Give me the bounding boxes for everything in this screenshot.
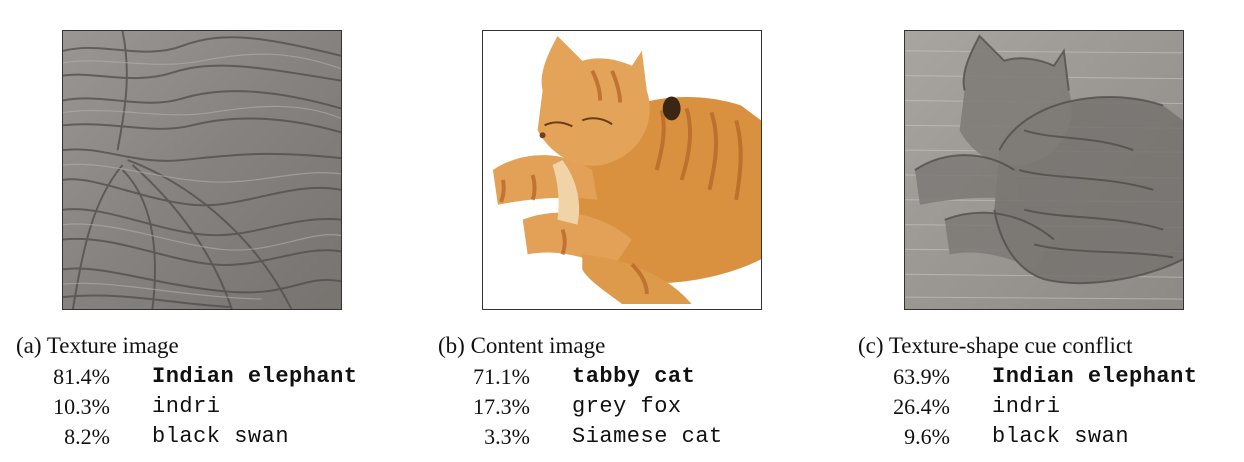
- prediction-row: 10.3% indri: [0, 392, 410, 422]
- panel-content: (b) Content image 71.1% tabby cat 17.3% …: [420, 0, 830, 462]
- predictions-texture: 81.4% Indian elephant 10.3% indri 8.2% b…: [0, 362, 410, 452]
- predictions-cue-conflict: 63.9% Indian elephant 26.4% indri 9.6% b…: [840, 362, 1244, 452]
- cat-shape-elephant-texture-graphic: [905, 31, 1183, 309]
- content-image: [482, 30, 762, 310]
- cue-conflict-image: [904, 30, 1184, 310]
- prediction-row: 17.3% grey fox: [420, 392, 830, 422]
- caption-texture: (a) Texture image: [16, 333, 179, 358]
- panel-texture: (a) Texture image 81.4% Indian elephant …: [0, 0, 410, 462]
- texture-image: [62, 30, 342, 310]
- predictions-content: 71.1% tabby cat 17.3% grey fox 3.3% Siam…: [420, 362, 830, 452]
- caption-content: (b) Content image: [438, 333, 606, 358]
- prediction-row: 63.9% Indian elephant: [840, 362, 1244, 392]
- prediction-label: Siamese cat: [572, 424, 723, 449]
- prediction-row: 71.1% tabby cat: [420, 362, 830, 392]
- prediction-percent: 26.4%: [893, 394, 950, 419]
- prediction-percent: 8.2%: [64, 424, 110, 449]
- prediction-percent: 63.9%: [893, 364, 950, 389]
- prediction-label: Indian elephant: [152, 364, 358, 389]
- prediction-percent: 17.3%: [473, 394, 530, 419]
- prediction-percent: 9.6%: [904, 424, 950, 449]
- panel-cue-conflict: (c) Texture-shape cue conflict 63.9% Ind…: [840, 0, 1244, 462]
- prediction-row: 3.3% Siamese cat: [420, 422, 830, 452]
- prediction-row: 81.4% Indian elephant: [0, 362, 410, 392]
- prediction-percent: 10.3%: [53, 394, 110, 419]
- prediction-row: 9.6% black swan: [840, 422, 1244, 452]
- prediction-row: 8.2% black swan: [0, 422, 410, 452]
- prediction-label: black swan: [992, 424, 1130, 449]
- prediction-label: grey fox: [572, 394, 682, 419]
- prediction-label: Indian elephant: [992, 364, 1198, 389]
- prediction-percent: 3.3%: [484, 424, 530, 449]
- prediction-percent: 71.1%: [473, 364, 530, 389]
- caption-cue-conflict: (c) Texture-shape cue conflict: [858, 333, 1133, 358]
- prediction-label: tabby cat: [572, 364, 696, 389]
- prediction-row: 26.4% indri: [840, 392, 1244, 422]
- elephant-skin-texture-graphic: [63, 31, 341, 309]
- prediction-label: black swan: [152, 424, 290, 449]
- prediction-label: indri: [992, 394, 1061, 419]
- prediction-label: indri: [152, 394, 221, 419]
- prediction-percent: 81.4%: [53, 364, 110, 389]
- tabby-cat-graphic: [483, 31, 761, 309]
